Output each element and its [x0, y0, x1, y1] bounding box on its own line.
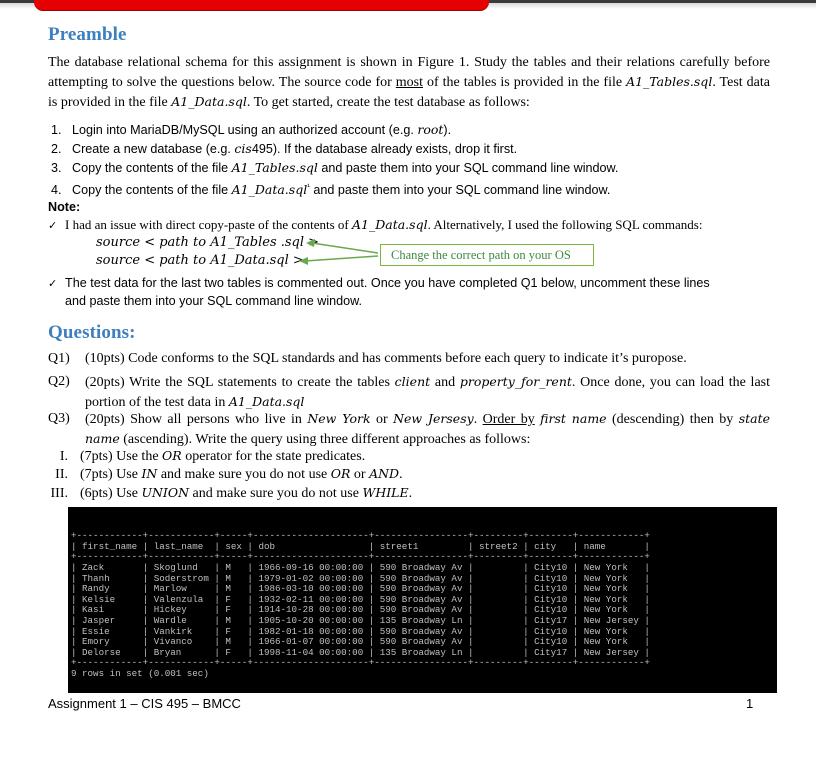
arrow-head-tables — [306, 239, 315, 247]
text-run: . — [399, 467, 403, 482]
table-row: | Zack | Skoglund | M | 1966-09-16 00:00… — [71, 561, 650, 573]
question-number: Q3) — [48, 411, 70, 426]
question-number: Q1) — [48, 351, 70, 366]
text-run: . — [473, 412, 483, 427]
math-term: New York — [307, 411, 371, 426]
path-callout-box: Change the correct path on your OS — [380, 244, 594, 266]
text-run: (20pts) Write the SQL statements to crea… — [85, 375, 395, 390]
page-number: 1 — [746, 696, 754, 711]
question-text: (20pts) Show all persons who live in New… — [85, 409, 770, 449]
question-item: Q1) (10pts) Code conforms to the SQL stan… — [48, 349, 770, 368]
text-run: and — [430, 375, 460, 390]
text-run: . — [408, 486, 413, 501]
checkmark-icon: ✓ — [48, 277, 58, 290]
note-item-2: ✓ The test data for the last two tables i… — [48, 274, 710, 293]
text-run: (descending) then by — [606, 412, 739, 427]
note-item-2-line-2: and paste them into your SQL command lin… — [65, 294, 363, 308]
approach-item: I. (7pts) Use the OR operator for the sta… — [38, 447, 365, 466]
approach-text: (6pts) Use UNION and make sure you do no… — [80, 485, 413, 501]
arrow-line-tables — [311, 242, 379, 254]
roman-numeral: III. — [50, 486, 69, 501]
text-run: operator for the state predicates. — [181, 449, 366, 464]
question-number: Q2) — [48, 374, 70, 389]
math-term: OR — [330, 466, 351, 481]
math-term: OR — [162, 448, 182, 463]
text-run: and make sure you do not use — [189, 486, 363, 501]
result-status: 9 rows in set (0.001 sec) — [71, 667, 209, 679]
approach-item: III. (6pts) Use UNION and make sure you d… — [38, 484, 413, 503]
roman-numeral: I. — [59, 449, 68, 464]
text-run: or — [350, 467, 370, 482]
arrow-line-data — [304, 255, 379, 262]
math-term: New Jersesy — [393, 411, 474, 426]
math-term: first name — [540, 411, 607, 426]
questions-heading: Questions: — [48, 322, 136, 343]
question-text: (20pts) Write the SQL statements to crea… — [85, 372, 770, 412]
table-row: | Jasper | Wardle | M | 1905-10-20 00:00… — [71, 614, 650, 626]
question-text: (10pts) Code conforms to the SQL standar… — [85, 349, 770, 368]
mysql-result-terminal: +------------+------------+-----+-------… — [68, 507, 777, 693]
math-term: AND — [369, 466, 400, 481]
emphasis-underline: Order by — [482, 412, 535, 427]
math-term: client — [394, 374, 431, 389]
text-run: (6pts) Use — [80, 486, 142, 501]
math-term: WHILE — [362, 485, 409, 500]
text-run: (ascending). Write the query using three… — [119, 432, 531, 447]
text-run: (7pts) Use — [80, 467, 142, 482]
text-run: (7pts) Use the — [80, 449, 163, 464]
text-run: (20pts) Show all persons who live in — [85, 412, 308, 427]
footer-title: Assignment 1 – CIS 495 – BMCC — [48, 696, 241, 711]
approach-text: (7pts) Use the OR operator for the state… — [80, 448, 366, 464]
arrow-head-data — [299, 257, 308, 265]
text-run: or — [370, 412, 394, 427]
question-item: Q2) (20pts) Write the SQL statements to c… — [48, 372, 770, 412]
roman-numeral: II. — [55, 467, 68, 482]
approach-item: II. (7pts) Use IN and make sure you do no… — [38, 465, 403, 484]
approach-text: (7pts) Use IN and make sure you do not u… — [80, 466, 403, 482]
text-run: and make sure you do not use — [157, 467, 331, 482]
math-term: property_for_rent — [459, 374, 572, 389]
question-item: Q3) (20pts) Show all persons who live in … — [48, 409, 770, 449]
result-table: +------------+------------+-----+-------… — [71, 528, 777, 679]
note-item-2-line-1: The test data for the last two tables is… — [65, 276, 710, 290]
math-term: UNION — [141, 485, 190, 500]
math-term: IN — [141, 466, 158, 481]
math-term: A1_Data.sql — [228, 394, 305, 409]
text-run: (10pts) Code conforms to the SQL standar… — [85, 351, 687, 366]
